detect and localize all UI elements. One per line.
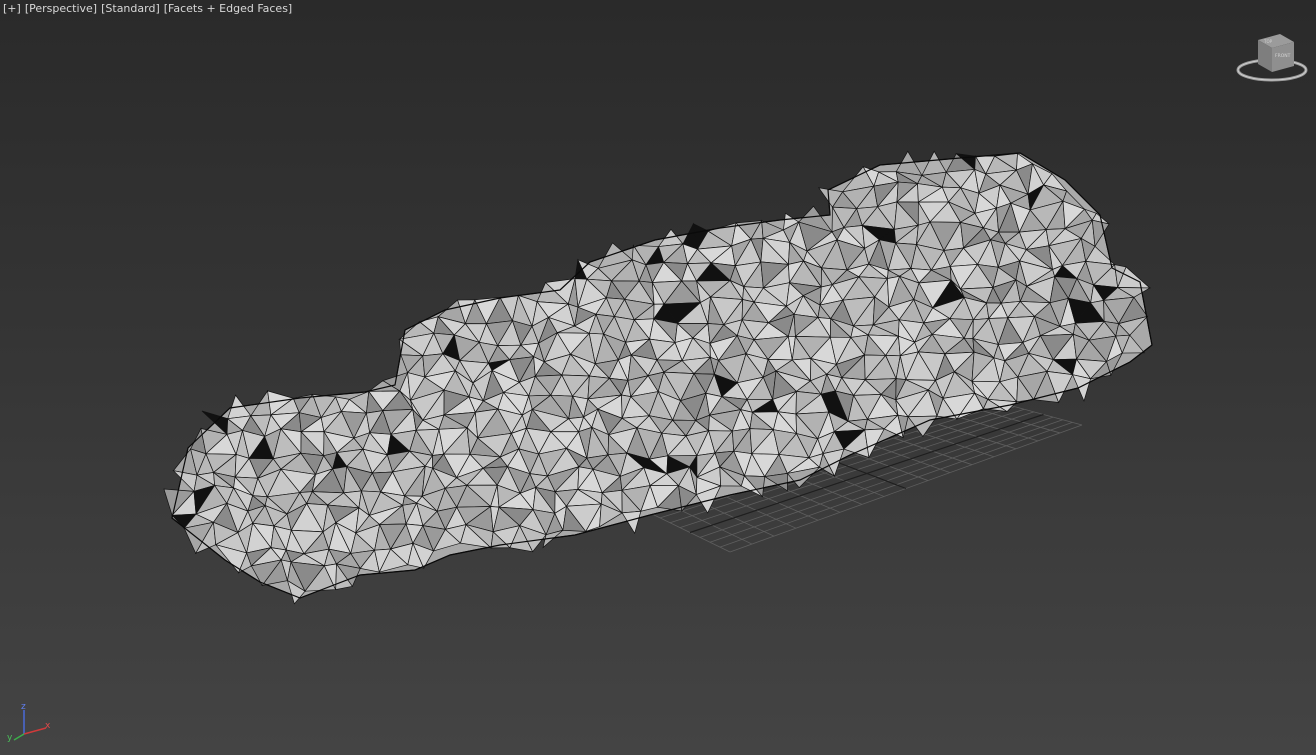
axis-z-label: z [21, 702, 26, 712]
viewcube-icon[interactable]: TOP FRONT [1234, 30, 1310, 86]
rock-mesh[interactable] [163, 150, 1153, 605]
axis-y-label: y [7, 733, 13, 743]
axis-x-label: x [45, 721, 51, 731]
viewcube-front-label: FRONT [1275, 53, 1291, 59]
perspective-viewport[interactable] [0, 0, 1316, 755]
viewcube-top-label: TOP [1263, 39, 1273, 44]
axis-tripod-icon: z x y [7, 702, 51, 743]
